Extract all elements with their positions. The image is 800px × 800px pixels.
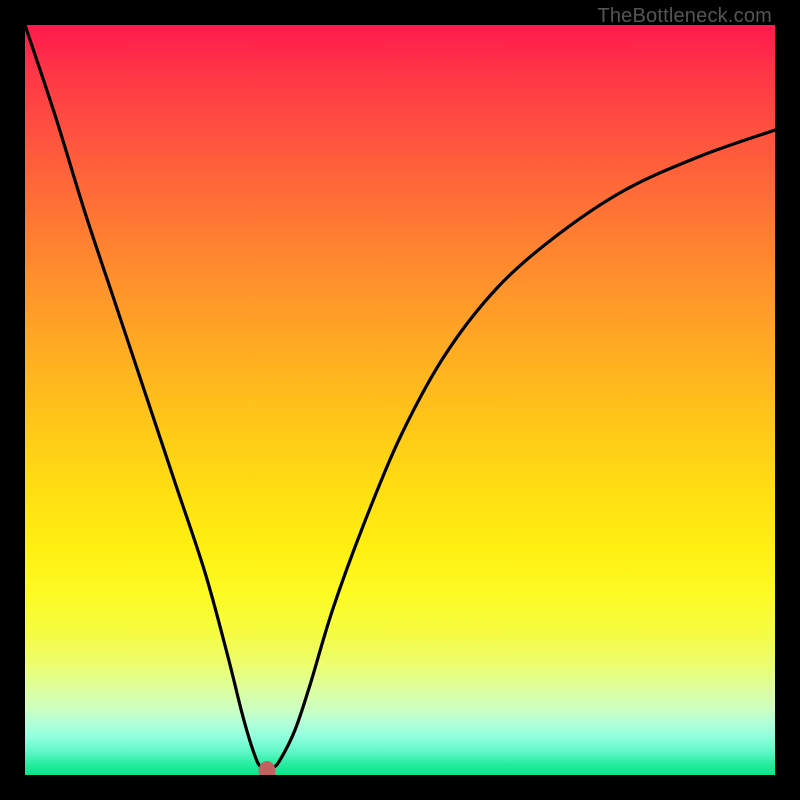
chart-frame: TheBottleneck.com	[0, 0, 800, 800]
watermark-text: TheBottleneck.com	[597, 5, 772, 28]
plot-area	[25, 25, 775, 775]
bottleneck-curve	[25, 25, 775, 769]
curve-svg	[25, 25, 775, 775]
optimal-point-marker	[259, 761, 276, 776]
